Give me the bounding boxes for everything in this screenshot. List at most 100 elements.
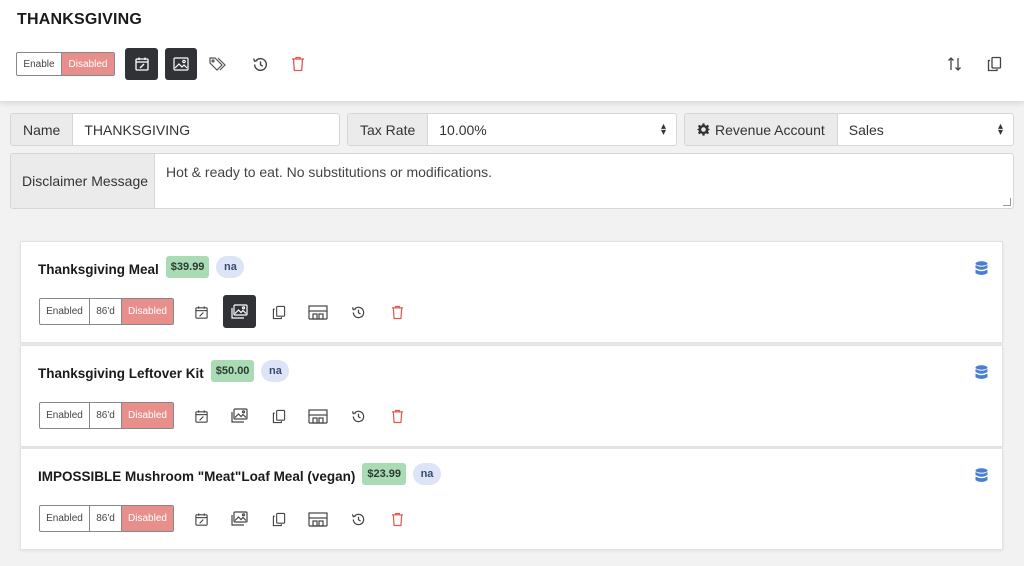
copy-button[interactable]	[268, 405, 290, 427]
disabled-option[interactable]: Disabled	[122, 403, 173, 428]
database-icon	[975, 468, 988, 483]
copy-icon	[987, 56, 1001, 72]
image-button[interactable]	[223, 502, 256, 535]
history-button[interactable]	[249, 53, 271, 75]
trash-icon	[391, 409, 403, 423]
image-button[interactable]	[165, 48, 197, 80]
gear-icon	[697, 123, 710, 136]
revenue-account-select[interactable]: Sales ▴ ▾	[838, 114, 1013, 145]
enable-option[interactable]: Enable	[17, 53, 62, 75]
history-icon	[351, 513, 364, 525]
enabled-option[interactable]: Enabled	[40, 506, 90, 531]
item-tag-badge: na	[216, 256, 245, 278]
disclaimer-text: Hot & ready to eat. No substitutions or …	[166, 164, 493, 180]
eighty-sixed-option[interactable]: 86'd	[90, 403, 122, 428]
menu-item-card: IMPOSSIBLE Mushroom "Meat"Loaf Meal (veg…	[20, 448, 1003, 550]
copy-icon	[272, 305, 286, 319]
name-label: Name	[11, 114, 74, 145]
revenue-account-value: Sales	[848, 121, 884, 138]
eighty-sixed-option[interactable]: 86'd	[90, 506, 122, 531]
image-icon	[231, 511, 248, 526]
tax-rate-value: 10.00%	[439, 121, 487, 138]
schedule-button[interactable]	[189, 508, 213, 530]
database-button[interactable]	[975, 261, 988, 281]
tags-button[interactable]	[208, 53, 230, 75]
history-icon	[252, 57, 267, 71]
sort-icon	[948, 57, 961, 71]
image-icon	[173, 57, 189, 71]
page-title: THANKSGIVING	[17, 11, 143, 28]
trash-icon	[292, 56, 304, 72]
calendar-icon	[194, 512, 208, 526]
image-icon	[231, 304, 248, 319]
item-price-badge: $23.99	[362, 463, 406, 485]
delete-button[interactable]	[288, 53, 308, 75]
seating-icon	[308, 408, 328, 424]
item-name: IMPOSSIBLE Mushroom "Meat"Loaf Meal (veg…	[38, 469, 356, 484]
database-button[interactable]	[975, 468, 988, 488]
copy-button[interactable]	[983, 53, 1005, 75]
schedule-button[interactable]	[125, 48, 158, 80]
select-arrows-icon: ▴ ▾	[997, 121, 1003, 138]
trash-icon	[391, 305, 403, 319]
delete-button[interactable]	[387, 508, 407, 530]
eighty-sixed-option[interactable]: 86'd	[90, 299, 122, 324]
name-field: Name THANKSGIVING	[10, 113, 340, 146]
item-status-toggle[interactable]: Enabled 86'd Disabled	[39, 505, 174, 532]
schedule-button[interactable]	[189, 301, 213, 323]
item-tag-badge: na	[261, 360, 290, 382]
database-icon	[975, 365, 988, 380]
history-icon	[351, 410, 364, 422]
item-tag-badge: na	[413, 463, 441, 485]
seating-button[interactable]	[306, 301, 330, 323]
tax-rate-label: Tax Rate	[348, 114, 429, 145]
database-button[interactable]	[975, 365, 988, 385]
copy-button[interactable]	[268, 301, 290, 323]
history-icon	[351, 306, 364, 318]
image-button[interactable]	[223, 399, 256, 432]
schedule-button[interactable]	[189, 405, 213, 427]
history-button[interactable]	[347, 508, 369, 530]
copy-icon	[272, 512, 286, 526]
revenue-account-label-box: Revenue Account	[685, 114, 838, 145]
calendar-icon	[134, 57, 149, 71]
item-price-badge: $39.99	[165, 256, 210, 278]
disclaimer-label: Disclaimer Message	[11, 154, 155, 208]
seating-button[interactable]	[306, 405, 330, 427]
item-status-toggle[interactable]: Enabled 86'd Disabled	[39, 298, 174, 325]
sort-button[interactable]	[944, 53, 966, 75]
delete-button[interactable]	[387, 301, 407, 323]
enabled-option[interactable]: Enabled	[40, 403, 90, 428]
disclaimer-textarea[interactable]: Hot & ready to eat. No substitutions or …	[155, 154, 1013, 208]
seating-button[interactable]	[306, 508, 330, 530]
history-button[interactable]	[347, 301, 369, 323]
item-price-badge: $50.00	[210, 360, 255, 382]
name-input[interactable]: THANKSGIVING	[73, 114, 339, 145]
copy-button[interactable]	[268, 508, 290, 530]
disabled-option[interactable]: Disabled	[122, 299, 173, 324]
select-arrows-icon: ▴ ▾	[660, 121, 666, 138]
tax-rate-field: Tax Rate 10.00% ▴ ▾	[347, 113, 677, 146]
menu-item-card: Thanksgiving Leftover Kit $50.00 na Enab…	[20, 345, 1003, 447]
tags-icon	[209, 57, 226, 71]
history-button[interactable]	[347, 405, 369, 427]
menu-item-card: Thanksgiving Meal $39.99 na Enabled 86'd…	[20, 241, 1003, 343]
revenue-account-label: Revenue Account	[715, 121, 825, 138]
header: THANKSGIVING Enable Disabled	[0, 0, 1024, 101]
calendar-icon	[194, 305, 208, 319]
copy-icon	[272, 409, 286, 423]
resize-handle[interactable]	[1003, 198, 1011, 206]
item-name: Thanksgiving Leftover Kit	[38, 366, 204, 381]
menu-status-toggle[interactable]: Enable Disabled	[16, 52, 115, 76]
disclaimer-field: Disclaimer Message Hot & ready to eat. N…	[10, 153, 1014, 209]
image-button[interactable]	[223, 295, 256, 328]
disabled-option[interactable]: Disabled	[62, 53, 114, 75]
item-name: Thanksgiving Meal	[38, 262, 159, 277]
image-icon	[231, 408, 248, 423]
disabled-option[interactable]: Disabled	[122, 506, 173, 531]
item-status-toggle[interactable]: Enabled 86'd Disabled	[39, 402, 174, 429]
tax-rate-select[interactable]: 10.00% ▴ ▾	[428, 114, 676, 145]
revenue-account-field: Revenue Account Sales ▴ ▾	[684, 113, 1014, 146]
delete-button[interactable]	[387, 405, 407, 427]
enabled-option[interactable]: Enabled	[40, 299, 90, 324]
